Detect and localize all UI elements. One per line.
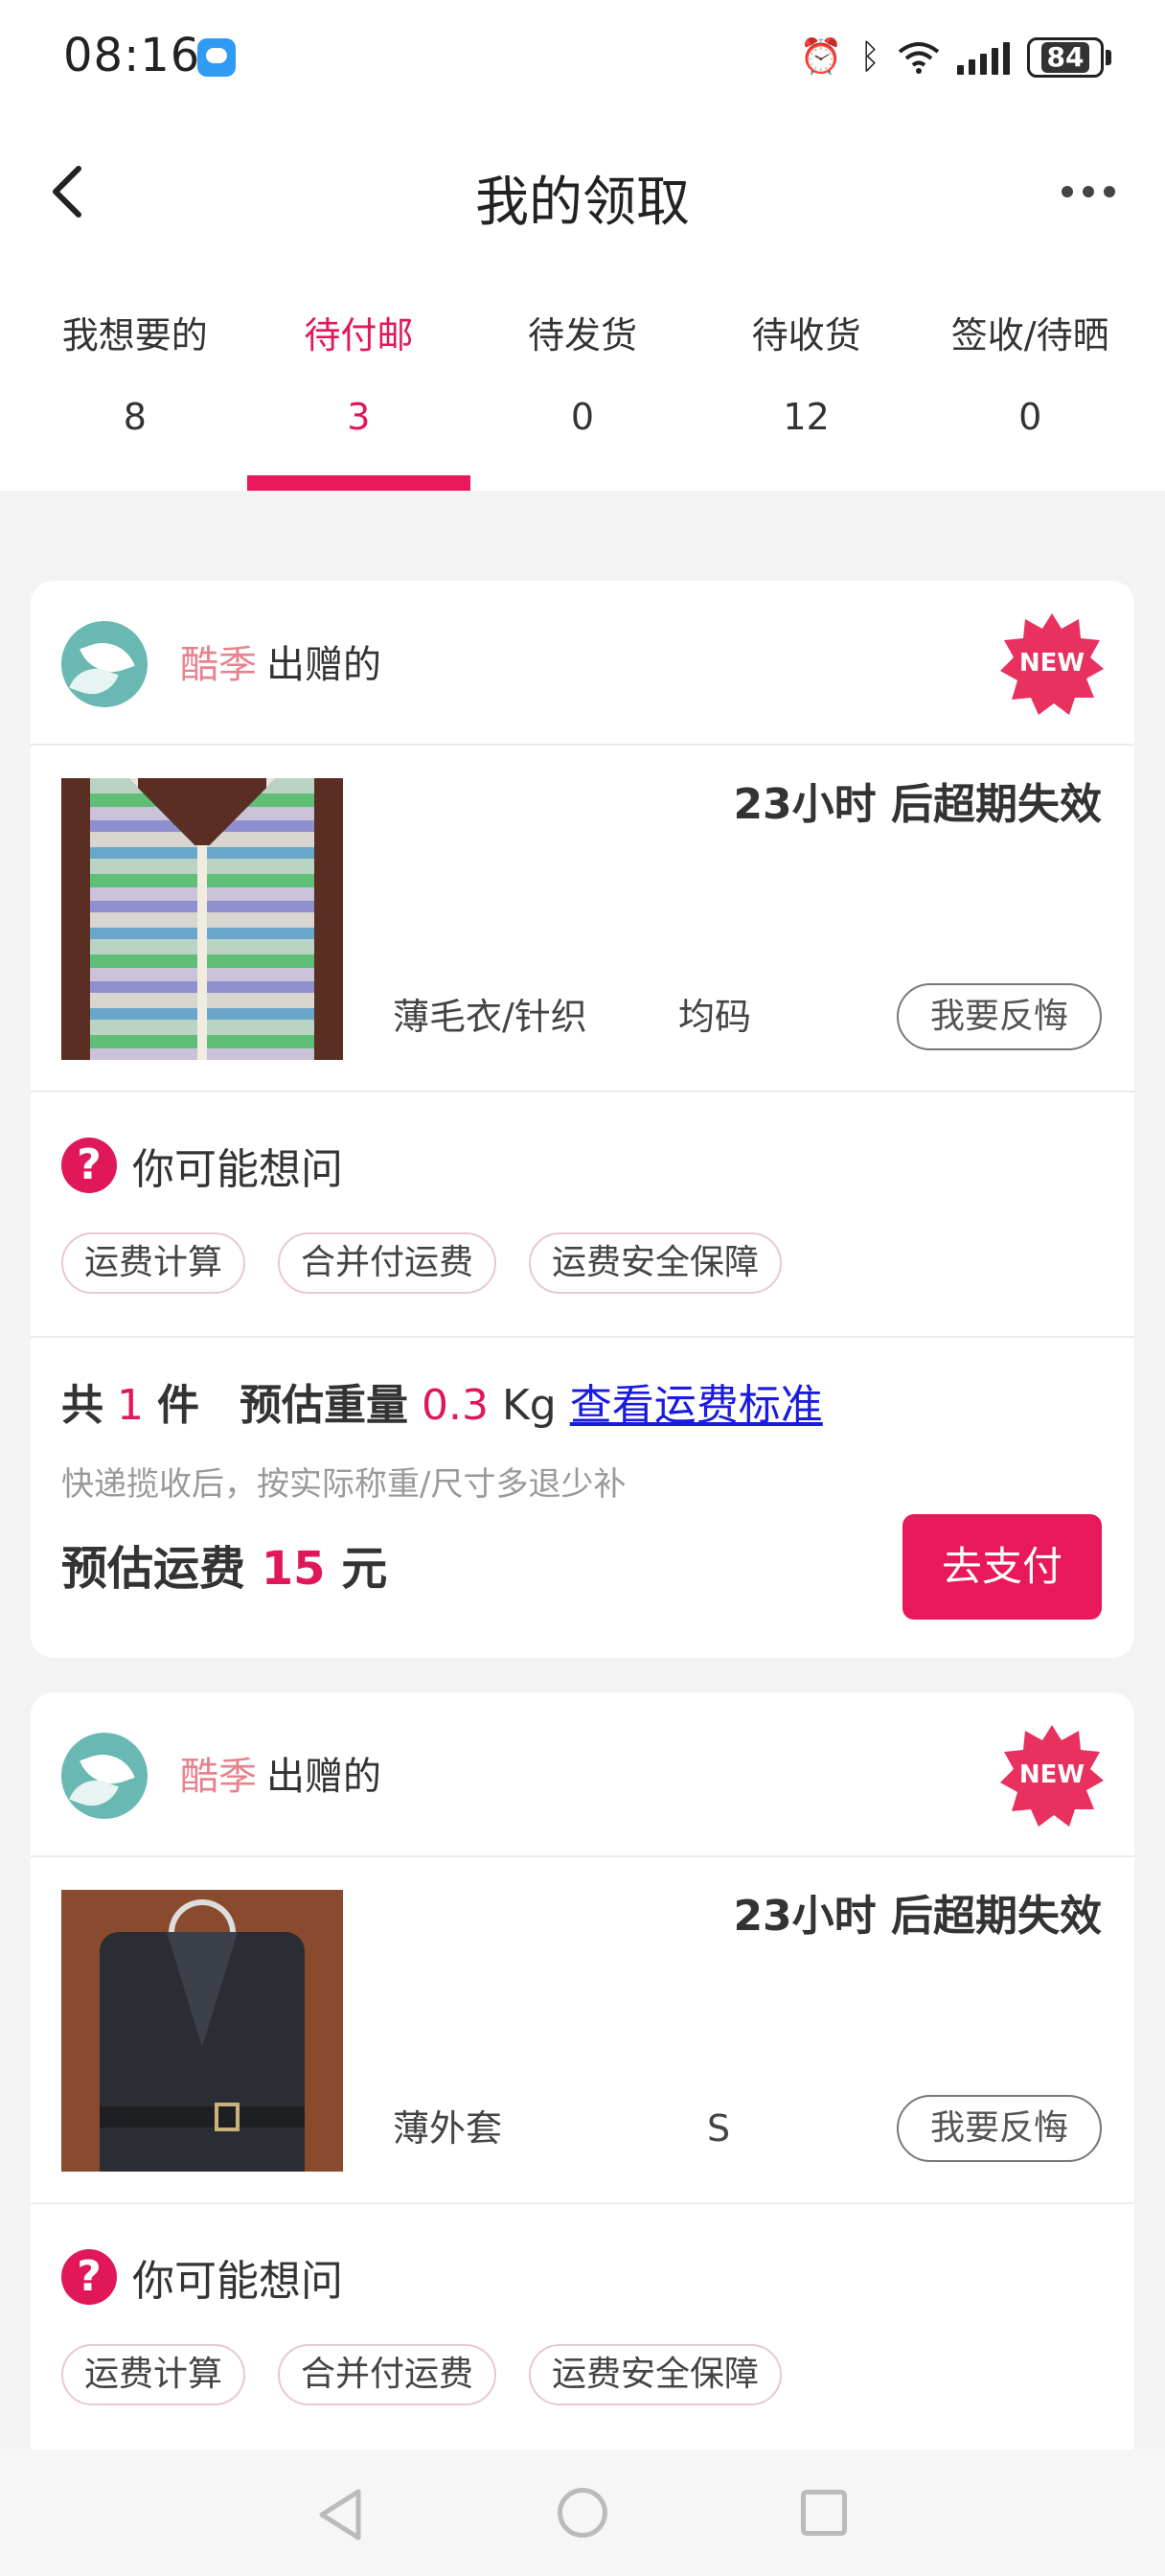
tab-wanted[interactable]: 我想要的 8 — [23, 307, 247, 491]
tab-count: 0 — [570, 396, 595, 438]
top-section: 08:16 ⏰ ᛒ 84 我的领取 我想要的 8 待付邮 3 待发货 0 待收货… — [0, 0, 1165, 491]
tab-awaiting-receipt[interactable]: 待收货 12 — [695, 307, 919, 491]
item-unit: 件 — [157, 1381, 199, 1430]
question-icon: ? — [61, 2249, 117, 2305]
tab-label: 签收/待晒 — [950, 314, 1109, 356]
total-prefix: 共 — [61, 1381, 103, 1430]
product-image[interactable] — [61, 778, 343, 1060]
battery-level: 84 — [1040, 42, 1090, 73]
wifi-icon — [898, 42, 940, 74]
battery-icon: 84 — [1027, 37, 1111, 78]
summary-line: 共 1 件 预估重量 0.3 Kg 查看运费标准 — [61, 1372, 823, 1439]
faq-header: ? 你可能想问 — [61, 2248, 343, 2306]
product-size: 均码 — [678, 996, 752, 1038]
shipping-standard-link[interactable]: 查看运费标准 — [570, 1381, 823, 1430]
fee-label: 预估运费 — [61, 1542, 246, 1596]
system-nav-bar — [0, 2450, 1165, 2576]
avatar[interactable] — [61, 1733, 148, 1819]
tab-label: 我想要的 — [61, 314, 208, 356]
status-time: 08:16 — [63, 29, 201, 82]
status-bar: 08:16 ⏰ ᛒ 84 — [0, 0, 1165, 115]
pay-button[interactable]: 去支付 — [902, 1514, 1102, 1620]
expire-text: 23小时 后超期失效 — [733, 1892, 1102, 1941]
bluetooth-icon: ᛒ — [859, 37, 880, 77]
shipping-summary: 共 1 件 预估重量 0.3 Kg 查看运费标准 快递揽收后，按实际称重/尺寸多… — [31, 1338, 1134, 1658]
chip-shipping-guarantee[interactable]: 运费安全保障 — [529, 1232, 783, 1294]
tab-awaiting-dispatch[interactable]: 待发货 0 — [470, 307, 695, 491]
card-header: 酷季 出赠的 NEW — [31, 581, 1134, 746]
regret-button[interactable]: 我要反悔 — [897, 983, 1102, 1050]
giver-line: 酷季 出赠的 — [180, 636, 381, 694]
nav-home-icon[interactable] — [558, 2488, 607, 2538]
new-badge-text: NEW — [1018, 1760, 1085, 1789]
chip-shipping-calc[interactable]: 运费计算 — [61, 2344, 246, 2405]
item-count: 1 — [117, 1381, 144, 1430]
tab-bar: 我想要的 8 待付邮 3 待发货 0 待收货 12 签收/待晒 0 — [23, 307, 1142, 491]
tab-count: 12 — [783, 396, 830, 438]
tab-label: 待发货 — [527, 314, 637, 356]
giver-suffix: 出赠的 — [266, 1755, 381, 1799]
summary-note: 快递揽收后，按实际称重/尺寸多退少补 — [61, 1465, 627, 1504]
new-badge: NEW — [1000, 1723, 1104, 1827]
new-badge: NEW — [1000, 611, 1104, 715]
tab-label: 待付邮 — [304, 314, 414, 356]
product-image[interactable] — [61, 1890, 343, 2172]
faq-title: 你可能想问 — [132, 1145, 343, 1194]
product-category: 薄外套 — [393, 2107, 503, 2150]
faq-header: ? 你可能想问 — [61, 1137, 343, 1194]
faq-section: ? 你可能想问 运费计算 合并付运费 运费安全保障 — [31, 2204, 1134, 2450]
product-size: S — [707, 2107, 731, 2150]
header: 我的领取 — [0, 115, 1165, 268]
product-category: 薄毛衣/针织 — [393, 996, 587, 1038]
new-badge-text: NEW — [1018, 649, 1085, 678]
weight-unit: Kg — [501, 1381, 557, 1430]
page-title: 我的领取 — [475, 172, 690, 234]
chip-combine-shipping[interactable]: 合并付运费 — [278, 1232, 497, 1294]
alarm-icon: ⏰ — [799, 37, 843, 77]
faq-chips: 运费计算 合并付运费 运费安全保障 — [61, 2344, 783, 2405]
question-icon: ? — [61, 1138, 117, 1193]
tab-count: 3 — [347, 396, 371, 438]
weight-value: 0.3 — [421, 1381, 489, 1430]
fee-value: 15 — [261, 1542, 326, 1596]
giver-line: 酷季 出赠的 — [180, 1748, 381, 1806]
nav-recents-icon[interactable] — [801, 2490, 847, 2536]
tab-count: 0 — [1018, 396, 1042, 438]
giver-suffix: 出赠的 — [266, 643, 381, 687]
faq-section: ? 你可能想问 运费计算 合并付运费 运费安全保障 — [31, 1092, 1134, 1338]
faq-chips: 运费计算 合并付运费 运费安全保障 — [61, 1232, 783, 1294]
giver-name[interactable]: 酷季 — [180, 1755, 257, 1799]
more-button[interactable] — [1040, 153, 1136, 230]
faq-title: 你可能想问 — [132, 2257, 343, 2306]
giver-name[interactable]: 酷季 — [180, 643, 257, 687]
card-header: 酷季 出赠的 NEW — [31, 1692, 1134, 1857]
product-row: 23小时 后超期失效 薄毛衣/针织 均码 我要反悔 — [31, 746, 1134, 1092]
signal-icon — [957, 40, 1010, 75]
tab-received-review[interactable]: 签收/待晒 0 — [918, 307, 1142, 491]
more-dot-icon — [1062, 186, 1073, 197]
weight-label: 预估重量 — [239, 1381, 408, 1430]
expire-text: 23小时 后超期失效 — [733, 780, 1102, 829]
estimated-fee: 预估运费 15 元 — [61, 1535, 387, 1602]
chip-shipping-calc[interactable]: 运费计算 — [61, 1232, 246, 1294]
status-icons: ⏰ ᛒ 84 — [800, 33, 1111, 82]
order-card: 酷季 出赠的 NEW 23小时 后超期失效 薄毛衣/针织 均码 我要反悔 ? 你可… — [31, 581, 1134, 1658]
message-notification-icon — [197, 38, 236, 77]
tab-label: 待收货 — [751, 314, 861, 356]
product-row: 23小时 后超期失效 薄外套 S 我要反悔 — [31, 1857, 1134, 2204]
chip-shipping-guarantee[interactable]: 运费安全保障 — [529, 2344, 783, 2405]
fee-unit: 元 — [341, 1542, 388, 1596]
tab-awaiting-shipping-payment[interactable]: 待付邮 3 — [246, 307, 471, 491]
order-card: 酷季 出赠的 NEW 23小时 后超期失效 薄外套 S 我要反悔 ? 你可能想问 … — [31, 1692, 1134, 2450]
avatar[interactable] — [61, 621, 148, 707]
tab-count: 8 — [123, 396, 147, 438]
chip-combine-shipping[interactable]: 合并付运费 — [278, 2344, 497, 2405]
nav-back-icon[interactable] — [316, 2488, 364, 2542]
regret-button[interactable]: 我要反悔 — [897, 2095, 1102, 2162]
